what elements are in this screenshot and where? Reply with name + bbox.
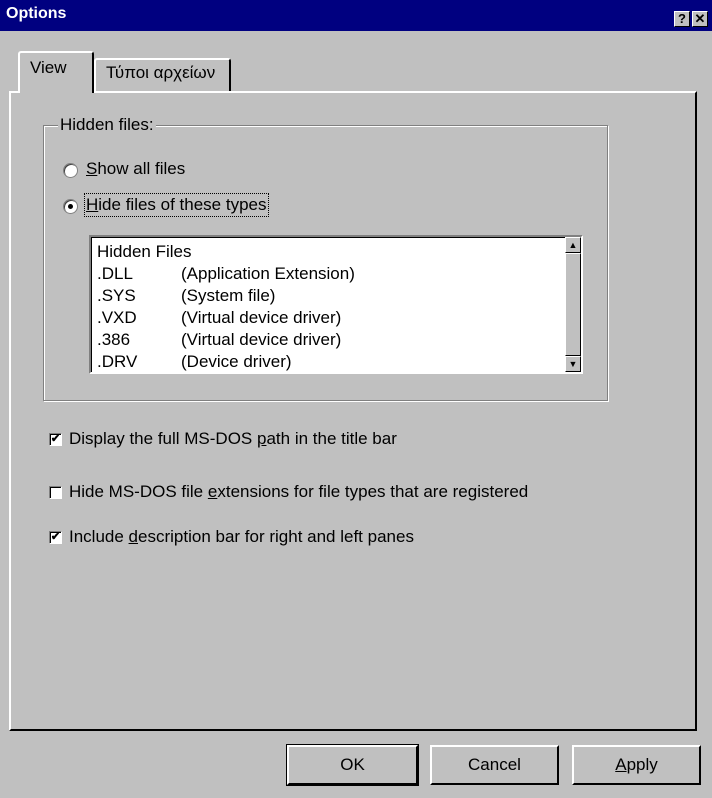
- help-button[interactable]: ?: [674, 11, 690, 27]
- apply-button-text: pply: [626, 755, 658, 774]
- hidden-files-legend: Hidden files:: [58, 115, 156, 135]
- tab-panel: [9, 91, 697, 731]
- apply-button[interactable]: Apply: [572, 745, 701, 785]
- options-dialog: Options ? ✕ View Τύποι αρχείων Hidden fi…: [0, 0, 712, 798]
- tab-view-label: View: [30, 58, 67, 77]
- tab-file-types-label: Τύποι αρχείων: [106, 63, 216, 82]
- window-title: Options: [6, 5, 67, 22]
- tab-view[interactable]: View: [18, 51, 94, 93]
- tab-file-types[interactable]: Τύποι αρχείων: [94, 58, 231, 92]
- access-key: A: [615, 755, 627, 774]
- title-bar[interactable]: Options ? ✕: [0, 0, 712, 31]
- ok-button[interactable]: OK: [286, 744, 419, 786]
- close-button[interactable]: ✕: [692, 11, 708, 27]
- cancel-button[interactable]: Cancel: [430, 745, 559, 785]
